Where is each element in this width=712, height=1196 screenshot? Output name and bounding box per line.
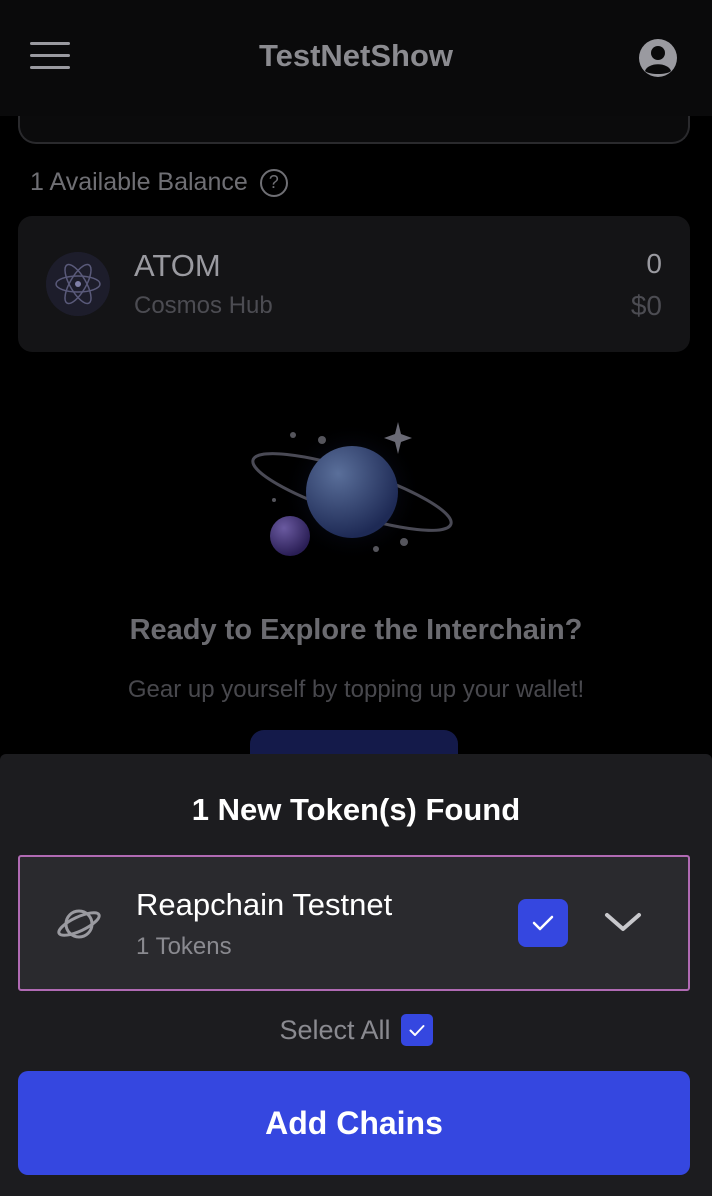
- planet-icon: [56, 901, 102, 947]
- available-balance-text: 1 Available Balance: [30, 168, 248, 196]
- token-symbol: ATOM: [134, 248, 221, 283]
- cosmos-atom-icon: [46, 252, 110, 316]
- select-all-label: Select All: [279, 1014, 391, 1045]
- select-all-checkbox[interactable]: [400, 1014, 433, 1046]
- chain-row-reapchain[interactable]: Reapchain Testnet 1 Tokens: [18, 855, 690, 991]
- app-header: TestNetShow: [0, 0, 712, 116]
- chain-token-count: 1 Tokens: [136, 933, 232, 960]
- add-chains-button[interactable]: Add Chains: [18, 1071, 690, 1175]
- token-usd-value: $0: [630, 290, 662, 321]
- chain-name: Reapchain Testnet: [136, 887, 393, 922]
- user-avatar-icon[interactable]: [638, 38, 678, 78]
- token-chain-name: Cosmos Hub: [134, 292, 273, 319]
- help-icon[interactable]: ?: [259, 168, 288, 197]
- token-card-atom[interactable]: ATOM Cosmos Hub 0 $0: [18, 216, 690, 352]
- available-balance-label: 1 Available Balance ?: [30, 168, 288, 197]
- sheet-title: 1 New Token(s) Found: [191, 792, 521, 827]
- wallet-name[interactable]: TestNetShow: [0, 38, 712, 74]
- empty-state-subtitle: Gear up yourself by topping up your wall…: [127, 676, 585, 703]
- new-tokens-bottom-sheet: 1 New Token(s) Found Reapchain Testnet 1…: [0, 754, 712, 1196]
- token-amount: 0: [646, 248, 662, 279]
- checkmark-icon: [532, 915, 554, 931]
- checkmark-icon: [409, 1024, 425, 1036]
- empty-state-title: Ready to Explore the Interchain?: [129, 614, 583, 646]
- chevron-down-icon[interactable]: [604, 909, 642, 935]
- chain-checkbox[interactable]: [518, 899, 568, 947]
- select-all-toggle[interactable]: Select All: [0, 1014, 712, 1046]
- planet-illustration: [246, 418, 466, 568]
